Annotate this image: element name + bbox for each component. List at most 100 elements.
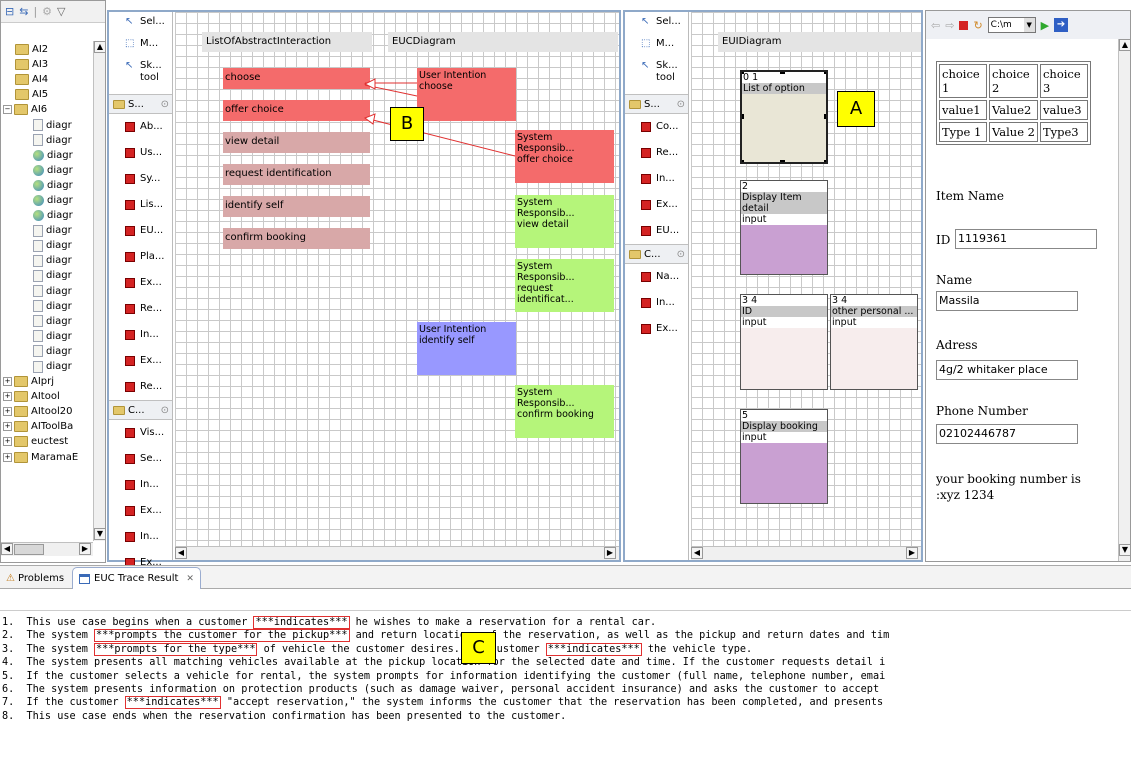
adress-input[interactable]: 4g/2 whitaker place bbox=[936, 360, 1078, 380]
tree-item[interactable]: + euctest bbox=[3, 434, 93, 449]
close-icon[interactable]: ✕ bbox=[186, 574, 194, 584]
link-editor-icon[interactable]: ⇆ bbox=[19, 5, 28, 18]
tree-item[interactable]: AI2 bbox=[3, 42, 93, 57]
expand-icon[interactable]: + bbox=[3, 452, 12, 462]
palette-entry[interactable]: Sy... bbox=[109, 166, 172, 192]
tree-hscroll[interactable]: ◀ ▶ bbox=[1, 542, 93, 556]
palette-entry[interactable]: EU... bbox=[625, 218, 688, 244]
palette-tool[interactable]: ↖ Sk... tool bbox=[109, 56, 172, 90]
palette-entry[interactable]: Co... bbox=[625, 114, 688, 140]
view-menu-icon[interactable]: ▽ bbox=[57, 5, 65, 18]
id-input[interactable]: 1119361 bbox=[955, 229, 1097, 249]
stop-icon[interactable] bbox=[959, 20, 969, 30]
resize-handle[interactable] bbox=[824, 114, 826, 119]
palette-entry[interactable]: In... bbox=[109, 322, 172, 348]
name-input[interactable]: Massila bbox=[936, 291, 1078, 311]
collapse-icon[interactable]: ⊙ bbox=[161, 99, 169, 110]
resize-handle[interactable] bbox=[780, 160, 785, 162]
palette-drawer-1[interactable]: S... ⊙ bbox=[625, 94, 688, 114]
scroll-up-icon[interactable]: ▲ bbox=[94, 41, 106, 53]
trace-marker[interactable]: ***indicates*** bbox=[545, 642, 642, 656]
scroll-down-icon[interactable]: ▼ bbox=[1119, 544, 1131, 556]
resize-handle[interactable] bbox=[742, 160, 744, 162]
back-icon[interactable]: ⇦ bbox=[931, 19, 940, 32]
palette-entry[interactable]: Se... bbox=[109, 446, 172, 472]
tree-item[interactable]: diagr bbox=[3, 178, 93, 193]
eui-box[interactable]: 2 Display Item detail input bbox=[740, 180, 828, 275]
tree-item[interactable]: diagr bbox=[3, 208, 93, 223]
tree-item[interactable]: + AIToolBa bbox=[3, 419, 93, 434]
tree-item[interactable]: diagr bbox=[3, 223, 93, 238]
trace-marker[interactable]: ***prompts the customer for the pickup**… bbox=[94, 629, 350, 643]
tree-item[interactable]: diagr bbox=[3, 238, 93, 253]
scroll-right-icon[interactable]: ▶ bbox=[79, 543, 91, 555]
palette-entry[interactable]: Vis... bbox=[109, 420, 172, 446]
euc-canvas[interactable]: ListOfAbstractInteraction EUCDiagram cho… bbox=[175, 12, 619, 546]
palette-entry[interactable]: Ex... bbox=[625, 316, 688, 342]
palette-tool[interactable]: ↖ Sk... tool bbox=[625, 56, 688, 90]
collapse-icon[interactable]: ⊙ bbox=[677, 99, 685, 110]
scroll-thumb[interactable] bbox=[14, 544, 44, 555]
scroll-left-icon[interactable]: ◀ bbox=[1, 543, 13, 555]
expand-icon[interactable]: + bbox=[3, 392, 12, 402]
scroll-right-icon[interactable]: ▶ bbox=[906, 547, 918, 559]
tree-vscroll[interactable]: ▲ ▼ bbox=[93, 41, 106, 541]
tree-item[interactable]: diagr bbox=[3, 163, 93, 178]
tree-item[interactable]: + AIprj bbox=[3, 374, 93, 389]
tree-item[interactable]: + AItool20 bbox=[3, 404, 93, 419]
palette-entry[interactable]: Re... bbox=[109, 296, 172, 322]
palette-entry[interactable]: In... bbox=[109, 472, 172, 498]
collapse-icon[interactable]: − bbox=[3, 105, 12, 115]
tab-problems[interactable]: ⚠ Problems bbox=[2, 569, 68, 587]
tree-item[interactable]: diagr bbox=[3, 284, 93, 299]
scroll-left-icon[interactable]: ◀ bbox=[175, 547, 187, 559]
expand-icon[interactable]: + bbox=[3, 407, 12, 417]
palette-entry[interactable]: Us... bbox=[109, 140, 172, 166]
palette-entry[interactable]: Re... bbox=[625, 140, 688, 166]
phone-input[interactable]: 02102446787 bbox=[936, 424, 1078, 444]
browser-vscroll[interactable]: ▲ ▼ bbox=[1118, 39, 1131, 561]
tree-item[interactable]: AI5 bbox=[3, 87, 93, 102]
tree-item[interactable]: diagr bbox=[3, 344, 93, 359]
eui-box[interactable]: 5 Display booking input bbox=[740, 409, 828, 504]
palette-entry[interactable]: Ex... bbox=[109, 270, 172, 296]
settings-icon[interactable]: ⚙ bbox=[42, 5, 52, 18]
collapse-all-icon[interactable]: ⊟ bbox=[5, 5, 14, 18]
palette-entry[interactable]: In... bbox=[109, 524, 172, 550]
palette-entry[interactable]: EU... bbox=[109, 218, 172, 244]
euc-hscroll[interactable]: ◀ ▶ bbox=[175, 546, 619, 560]
palette-tool[interactable]: ↖ Sel... bbox=[625, 12, 688, 34]
tab-euc-trace-result[interactable]: EUC Trace Result ✕ bbox=[72, 567, 201, 589]
tree-item[interactable]: diagr bbox=[3, 253, 93, 268]
palette-drawer-2[interactable]: C... ⊙ bbox=[109, 400, 172, 420]
expand-icon[interactable]: + bbox=[3, 377, 12, 387]
palette-entry[interactable]: Re... bbox=[109, 374, 172, 400]
collapse-icon[interactable]: ⊙ bbox=[677, 249, 685, 260]
dropdown-icon[interactable]: ▼ bbox=[1023, 18, 1035, 32]
palette-entry[interactable]: In... bbox=[625, 166, 688, 192]
tree-item[interactable]: diagr bbox=[3, 133, 93, 148]
scroll-right-icon[interactable]: ▶ bbox=[604, 547, 616, 559]
tree-item[interactable]: AI3 bbox=[3, 57, 93, 72]
trace-text[interactable]: 1. This use case begins when a customer … bbox=[2, 616, 1131, 723]
tree-item[interactable]: diagr bbox=[3, 148, 93, 163]
tree-item[interactable]: diagr bbox=[3, 117, 93, 132]
expand-icon[interactable]: + bbox=[3, 422, 12, 432]
eui-hscroll[interactable]: ◀ ▶ bbox=[691, 546, 921, 560]
tree-item[interactable]: diagr bbox=[3, 359, 93, 374]
collapse-icon[interactable]: ⊙ bbox=[161, 405, 169, 416]
palette-entry[interactable]: Ex... bbox=[109, 348, 172, 374]
resize-handle[interactable] bbox=[742, 72, 744, 74]
refresh-icon[interactable]: ↻ bbox=[973, 19, 982, 32]
resize-handle[interactable] bbox=[742, 114, 744, 119]
palette-entry[interactable]: Pla... bbox=[109, 244, 172, 270]
resize-handle[interactable] bbox=[824, 72, 826, 74]
open-external-icon[interactable]: ➔ bbox=[1054, 18, 1069, 32]
tree-item[interactable]: diagr bbox=[3, 314, 93, 329]
tree-item[interactable]: − AI6 bbox=[3, 102, 93, 117]
tree-item[interactable]: diagr bbox=[3, 193, 93, 208]
eui-box[interactable]: 3 4 ID input bbox=[740, 294, 828, 390]
eui-box[interactable]: 3 4 other personal ... input bbox=[830, 294, 918, 390]
tree-item[interactable]: diagr bbox=[3, 268, 93, 283]
scroll-left-icon[interactable]: ◀ bbox=[691, 547, 703, 559]
